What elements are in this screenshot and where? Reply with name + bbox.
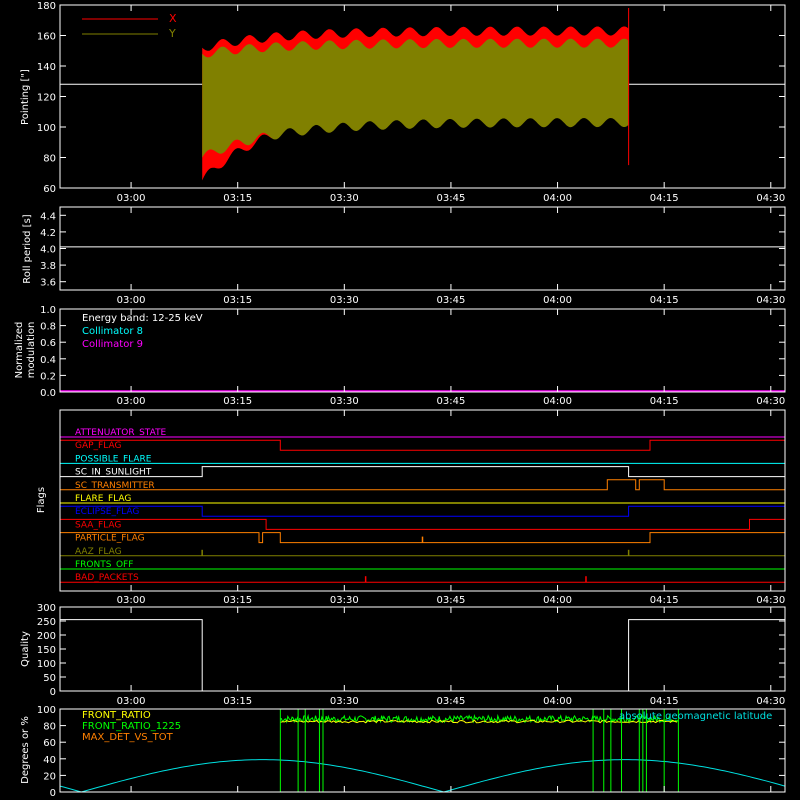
x-tick-label: 03:30 <box>330 696 359 707</box>
flag-label: PARTICLE_FLAG <box>75 534 145 544</box>
x-tick-label: 03:30 <box>330 595 359 606</box>
x-tick-label: 03:45 <box>437 396 466 407</box>
y-tick-label: 40 <box>43 755 56 766</box>
x-tick-label: 04:00 <box>543 595 572 606</box>
flag-label: GAP_FLAG <box>75 441 121 451</box>
y-tick-label: 4.4 <box>40 211 56 222</box>
x-tick-label: 04:30 <box>756 295 785 306</box>
y-tick-label: 140 <box>37 62 56 73</box>
pointing-ylabel: Pointing ["] <box>20 69 31 125</box>
y-tick-label: 3.8 <box>40 261 56 272</box>
y-tick-label: 4.0 <box>40 245 56 256</box>
y-tick-label: 0.2 <box>40 371 56 382</box>
flag-label: SAA_FLAG <box>75 520 121 530</box>
y-tick-label: 4.2 <box>40 228 56 239</box>
modulation-legend-collimator8: Collimator 8 <box>82 326 143 337</box>
x-tick-label: 03:45 <box>437 595 466 606</box>
y-tick-label: 60 <box>43 738 56 749</box>
y-tick-label: 0.8 <box>40 322 56 333</box>
x-tick-label: 04:15 <box>650 193 679 204</box>
flag-label: ECLIPSE_FLAG <box>75 507 139 517</box>
legend-x-label: X <box>169 12 177 25</box>
ratios-ylabel: Degrees or % <box>20 716 31 784</box>
x-tick-label: 03:15 <box>223 193 252 204</box>
x-tick-label: 04:30 <box>756 396 785 407</box>
legend-y-label: Y <box>168 27 176 40</box>
y-tick-label: 1.0 <box>40 305 56 316</box>
x-tick-label: 03:15 <box>223 396 252 407</box>
ratios-geomag-annotation: absolute geomagnetic latitude <box>619 711 772 722</box>
y-tick-label: 0 <box>50 788 56 799</box>
y-tick-label: 0.4 <box>40 355 56 366</box>
x-tick-label: 04:00 <box>543 696 572 707</box>
y-tick-label: 120 <box>37 93 56 104</box>
modulation-ylabel-line2: modulation <box>26 322 37 379</box>
x-tick-label: 04:15 <box>650 595 679 606</box>
y-tick-label: 80 <box>43 722 56 733</box>
x-tick-label: 04:30 <box>756 696 785 707</box>
y-tick-label: 50 <box>43 673 56 684</box>
x-tick-label: 03:00 <box>117 696 146 707</box>
y-tick-label: 0.6 <box>40 338 56 349</box>
y-tick-label: 180 <box>37 1 56 12</box>
x-tick-label: 04:15 <box>650 696 679 707</box>
x-tick-label: 03:00 <box>117 396 146 407</box>
y-tick-label: 100 <box>37 705 56 716</box>
y-tick-label: 0.0 <box>40 388 56 399</box>
x-tick-label: 03:30 <box>330 396 359 407</box>
x-tick-label: 04:15 <box>650 295 679 306</box>
y-tick-label: 0 <box>50 687 56 698</box>
x-tick-label: 03:45 <box>437 193 466 204</box>
hessi-quicklook-chart: 60 80 100 120 140 160 180 03:00 03:15 03:30 03:45… <box>0 0 800 800</box>
y-tick-label: 60 <box>43 184 56 195</box>
x-tick-label: 03:30 <box>330 193 359 204</box>
x-tick-label: 03:00 <box>117 595 146 606</box>
modulation-legend-collimator9: Collimator 9 <box>82 339 143 350</box>
x-tick-label: 04:30 <box>756 595 785 606</box>
y-tick-label: 150 <box>37 645 56 656</box>
x-tick-label: 03:00 <box>117 295 146 306</box>
ratios-legend-front-ratio-1225: FRONT_RATIO_1225 <box>82 721 181 732</box>
y-tick-label: 3.6 <box>40 278 56 289</box>
y-tick-label: 100 <box>37 659 56 670</box>
ratios-legend-max-det-vs-tot: MAX_DET_VS_TOT <box>82 732 174 743</box>
x-tick-label: 04:00 <box>543 295 572 306</box>
x-tick-label: 04:30 <box>756 193 785 204</box>
y-tick-label: 300 <box>37 603 56 614</box>
modulation-ylabel-line1: Normalized <box>14 322 25 379</box>
y-tick-label: 200 <box>37 631 56 642</box>
x-tick-label: 03:15 <box>223 595 252 606</box>
y-tick-label: 250 <box>37 617 56 628</box>
y-tick-label: 160 <box>37 32 56 43</box>
modulation-legend-energy: Energy band: 12-25 keV <box>82 313 203 324</box>
x-tick-label: 03:15 <box>223 696 252 707</box>
y-tick-label: 20 <box>43 771 56 782</box>
x-tick-label: 04:00 <box>543 396 572 407</box>
roll-ylabel: Roll period [s] <box>22 214 33 283</box>
x-tick-label: 03:30 <box>330 295 359 306</box>
x-tick-label: 03:45 <box>437 295 466 306</box>
x-tick-label: 03:00 <box>117 193 146 204</box>
x-tick-label: 03:15 <box>223 295 252 306</box>
ratios-legend-front-ratio: FRONT_RATIO <box>82 710 151 721</box>
flags-ylabel: Flags <box>36 487 47 513</box>
quality-ylabel: Quality <box>20 631 31 667</box>
x-tick-label: 04:00 <box>543 193 572 204</box>
y-tick-label: 80 <box>43 154 56 165</box>
x-tick-label: 03:45 <box>437 696 466 707</box>
y-tick-label: 100 <box>37 123 56 134</box>
x-tick-label: 04:15 <box>650 396 679 407</box>
